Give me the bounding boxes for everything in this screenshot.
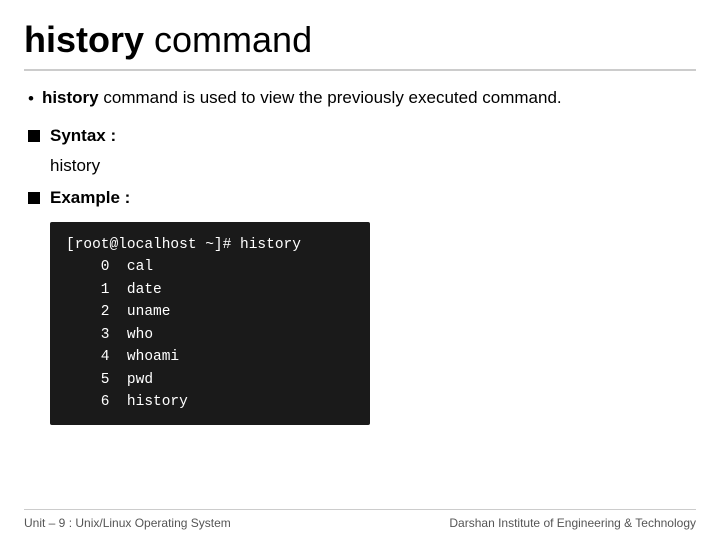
example-label: Example : — [50, 188, 130, 208]
footer-institute: Darshan Institute of Engineering & Techn… — [449, 516, 696, 530]
title-section: history command — [24, 18, 696, 71]
history-term: history — [42, 88, 99, 107]
description-bullet: • history command is used to view the pr… — [28, 85, 696, 112]
syntax-bullet-square — [28, 130, 40, 142]
bullet-dot: • — [28, 86, 34, 112]
syntax-code: history — [50, 156, 696, 176]
example-section-item: Example : — [28, 188, 696, 208]
page-container: history command • history command is use… — [0, 0, 720, 540]
terminal-block: [root@localhost ~]# history 0 cal 1 date… — [50, 222, 370, 426]
example-bullet-square — [28, 192, 40, 204]
description-text: history command is used to view the prev… — [42, 85, 562, 111]
terminal-text: [root@localhost ~]# history 0 cal 1 date… — [66, 234, 354, 414]
syntax-section-item: Syntax : — [28, 126, 696, 146]
syntax-label: Syntax : — [50, 126, 116, 146]
content-section: • history command is used to view the pr… — [24, 85, 696, 509]
footer: Unit – 9 : Unix/Linux Operating System D… — [24, 509, 696, 530]
page-title: history command — [24, 18, 696, 61]
title-regular: command — [144, 19, 312, 60]
title-bold: history — [24, 19, 144, 60]
footer-unit: Unit – 9 : Unix/Linux Operating System — [24, 516, 231, 530]
